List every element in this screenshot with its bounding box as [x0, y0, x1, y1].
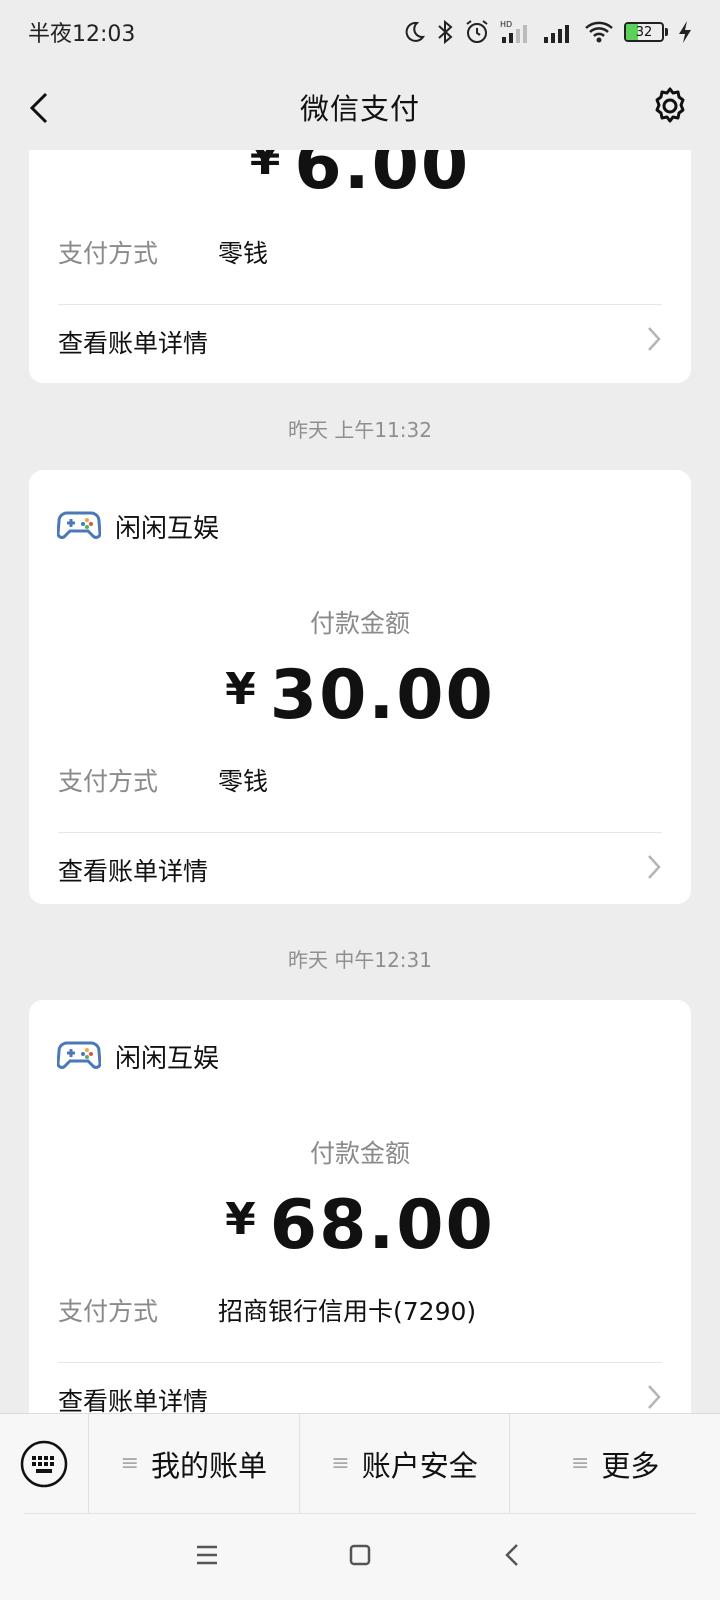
menu-item-label: 账户安全	[361, 1448, 478, 1483]
wifi-icon	[584, 19, 614, 45]
menu-lines-icon: ≡	[570, 1451, 590, 1476]
moon-icon	[402, 20, 426, 44]
back-icon	[505, 1543, 519, 1566]
gamepad-icon	[56, 510, 102, 544]
amount-label: 付款金额	[309, 1139, 410, 1168]
amount-row: ¥ 68.00	[29, 1186, 691, 1265]
payment-amount: 30.00	[269, 656, 495, 735]
page-title: 微信支付	[299, 92, 420, 126]
menu-account-security[interactable]: ≡ 账户安全	[298, 1413, 510, 1514]
divider	[58, 1362, 662, 1363]
timestamp: 昨天 中午12:31	[288, 948, 432, 972]
pay-method-value: 零钱	[218, 767, 269, 796]
payment-card: ¥ 6.00 支付方式 零钱 查看账单详情	[29, 150, 691, 383]
payment-amount: 68.00	[269, 1186, 495, 1265]
view-bill-detail-label: 查看账单详情	[58, 857, 209, 886]
home-icon	[349, 1544, 371, 1565]
settings-button[interactable]	[648, 84, 692, 128]
pay-method-label: 支付方式	[58, 239, 159, 268]
merchant-row: 闲闲互娱	[56, 1038, 220, 1075]
status-time: 半夜12:03	[28, 22, 136, 47]
signal-icon	[542, 19, 574, 45]
pay-method-row: 支付方式 零钱	[58, 234, 662, 270]
menu-lines-icon: ≡	[331, 1451, 350, 1476]
amount-row: ¥ 6.00	[29, 150, 691, 205]
keyboard-toggle-button[interactable]	[0, 1414, 88, 1514]
status-bar: 半夜12:03 HD 32	[0, 0, 720, 64]
system-nav-bar	[0, 1513, 720, 1600]
nav-menu-button[interactable]	[193, 1541, 221, 1573]
hd-signal-icon: HD	[500, 19, 532, 45]
battery-percent: 32	[635, 24, 653, 40]
header: 微信支付	[0, 64, 720, 150]
view-bill-detail-button[interactable]: 查看账单详情	[58, 852, 662, 888]
merchant-row: 闲闲互娱	[56, 508, 220, 545]
pay-method-label: 支付方式	[58, 767, 159, 796]
payment-feed[interactable]: ¥ 6.00 支付方式 零钱 查看账单详情 昨天 上午11:32 闲闲互娱 付款…	[0, 150, 720, 1413]
merchant-name: 闲闲互娱	[115, 1044, 220, 1074]
menu-my-bills[interactable]: ≡ 我的账单	[88, 1413, 299, 1514]
chevron-right-icon	[646, 325, 662, 359]
view-bill-detail-label: 查看账单详情	[58, 329, 209, 358]
charging-icon	[678, 20, 692, 44]
view-bill-detail-button[interactable]: 查看账单详情	[58, 1382, 662, 1413]
menu-item-label: 我的账单	[151, 1448, 268, 1483]
amount-row: ¥ 30.00	[29, 656, 691, 735]
gamepad-icon	[56, 1040, 102, 1074]
divider	[58, 304, 662, 305]
gear-icon	[655, 87, 685, 123]
alarm-icon	[464, 19, 490, 45]
pay-method-row: 支付方式 招商银行信用卡(7290)	[58, 1292, 662, 1328]
back-button[interactable]	[22, 88, 62, 128]
battery-icon: 32	[624, 22, 668, 42]
bottom-menu: ≡ 我的账单 ≡ 账户安全 ≡ 更多	[0, 1413, 720, 1514]
merchant-name: 闲闲互娱	[115, 514, 220, 544]
pay-method-row: 支付方式 零钱	[58, 762, 662, 798]
amount-label: 付款金额	[309, 609, 410, 638]
payment-card: 闲闲互娱 付款金额 ¥ 30.00 支付方式 零钱 查看账单详情	[29, 470, 691, 904]
pay-method-value: 招商银行信用卡(7290)	[218, 1297, 477, 1326]
nav-back-button[interactable]	[499, 1541, 527, 1573]
chevron-right-icon	[646, 1383, 662, 1413]
pay-method-value: 零钱	[218, 239, 269, 268]
timestamp: 昨天 上午11:32	[288, 418, 432, 442]
view-bill-detail-button[interactable]: 查看账单详情	[58, 324, 662, 360]
chevron-right-icon	[646, 853, 662, 887]
payment-amount: 6.00	[294, 150, 471, 205]
currency-symbol: ¥	[249, 150, 281, 185]
bluetooth-icon	[436, 19, 454, 45]
menu-icon	[196, 1545, 217, 1564]
svg-text:HD: HD	[500, 20, 512, 29]
nav-home-button[interactable]	[346, 1541, 374, 1573]
payment-card: 闲闲互娱 付款金额 ¥ 68.00 支付方式 招商银行信用卡(7290) 查看账…	[29, 1000, 691, 1413]
menu-lines-icon: ≡	[120, 1451, 140, 1476]
currency-symbol: ¥	[225, 664, 256, 715]
view-bill-detail-label: 查看账单详情	[58, 1387, 209, 1413]
menu-more[interactable]: ≡ 更多	[509, 1413, 720, 1514]
currency-symbol: ¥	[225, 1194, 256, 1245]
divider	[58, 832, 662, 833]
pay-method-label: 支付方式	[58, 1297, 159, 1326]
keyboard-icon	[20, 1440, 68, 1487]
status-icons: HD 32	[402, 19, 692, 45]
menu-item-label: 更多	[601, 1448, 660, 1483]
